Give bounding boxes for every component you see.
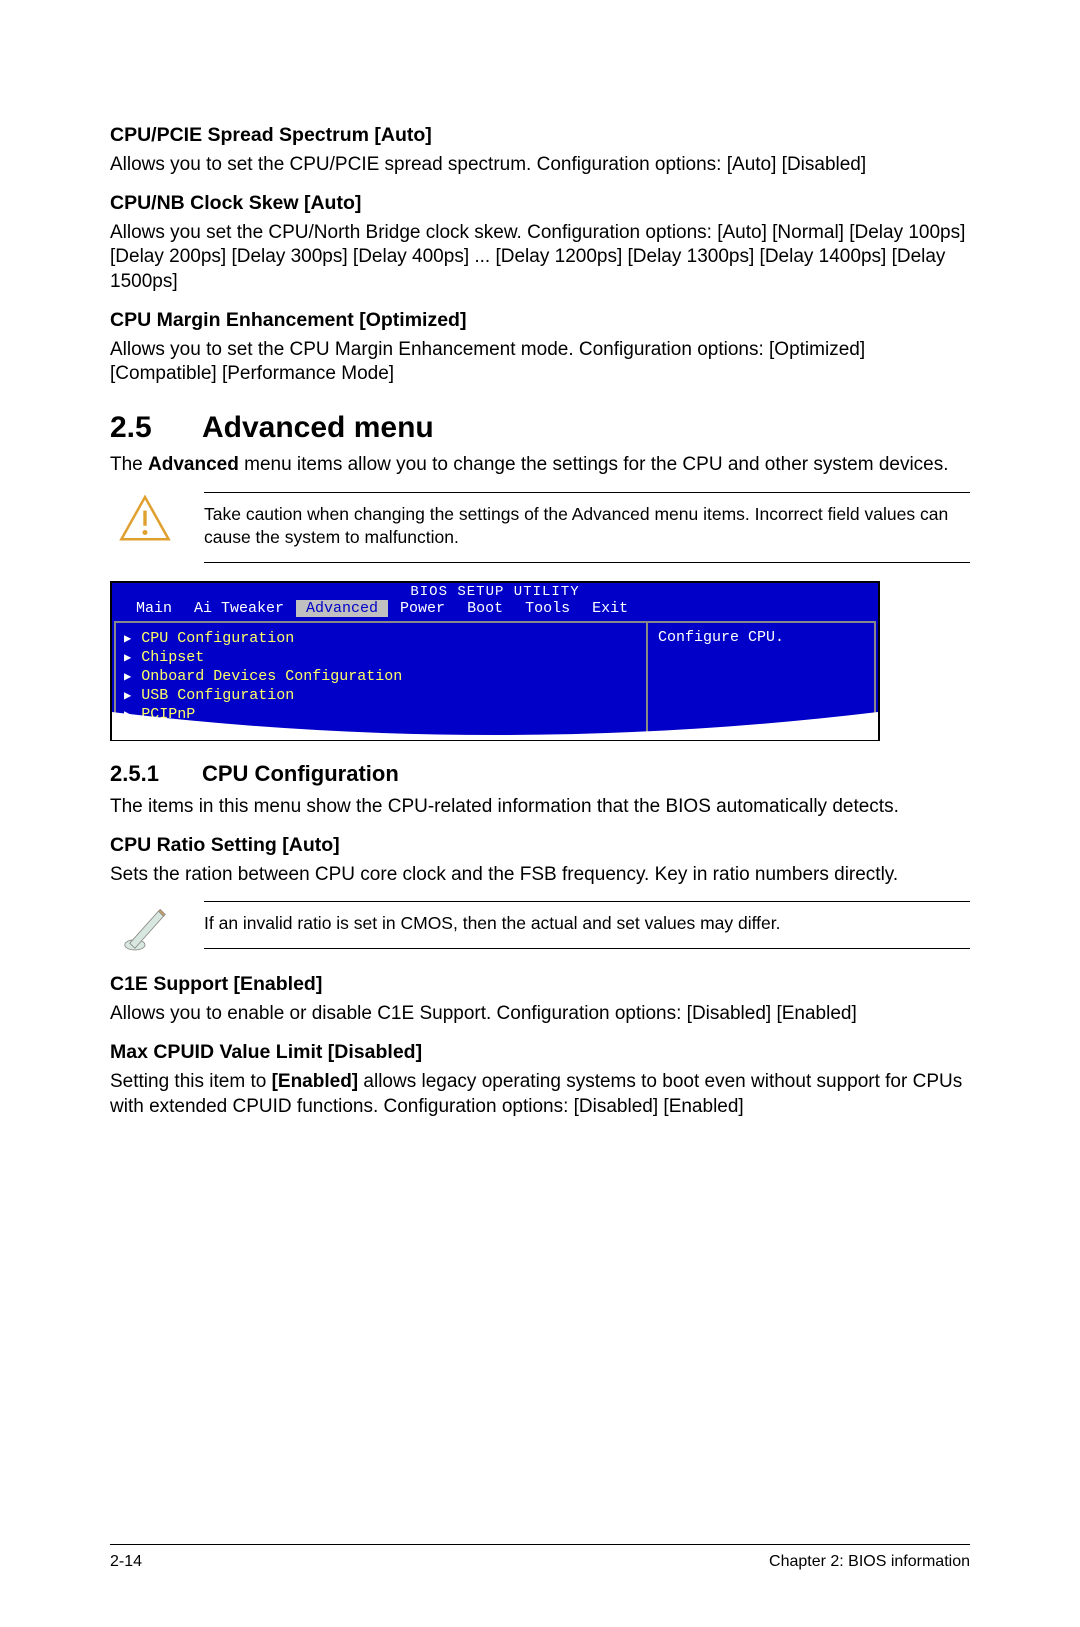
warning-icon bbox=[110, 492, 180, 546]
bios-tab-exit: Exit bbox=[582, 600, 638, 617]
page-number: 2-14 bbox=[110, 1553, 142, 1571]
setting-desc: Allows you to enable or disable C1E Supp… bbox=[110, 1002, 970, 1027]
warning-callout: Take caution when changing the settings … bbox=[110, 492, 970, 563]
setting-title: CPU/NB Clock Skew [Auto] bbox=[110, 192, 970, 215]
setting-title: C1E Support [Enabled] bbox=[110, 973, 970, 996]
note-icon bbox=[110, 901, 180, 955]
bios-tab-power: Power bbox=[390, 600, 455, 617]
bios-tab-boot: Boot bbox=[457, 600, 513, 617]
bios-menu-item: ▶Onboard Devices Configuration bbox=[124, 667, 638, 686]
setting-title: CPU Ratio Setting [Auto] bbox=[110, 834, 970, 857]
setting-title: Max CPUID Value Limit [Disabled] bbox=[110, 1041, 970, 1064]
arrow-icon: ▶ bbox=[124, 707, 131, 722]
bios-screenshot: BIOS SETUP UTILITY Main Ai Tweaker Advan… bbox=[110, 581, 880, 741]
setting-block: C1E Support [Enabled] Allows you to enab… bbox=[110, 973, 970, 1027]
bios-title: BIOS SETUP UTILITY bbox=[112, 583, 878, 600]
bios-tabs: Main Ai Tweaker Advanced Power Boot Tool… bbox=[112, 600, 878, 619]
subsection-number: 2.5.1 bbox=[110, 761, 202, 787]
setting-desc: Allows you to set the CPU Margin Enhance… bbox=[110, 338, 970, 387]
subsection-intro: The items in this menu show the CPU-rela… bbox=[110, 795, 970, 820]
bios-tab-advanced: Advanced bbox=[296, 600, 388, 617]
subsection-title: CPU Configuration bbox=[202, 761, 399, 786]
setting-title: CPU Margin Enhancement [Optimized] bbox=[110, 309, 970, 332]
setting-block: CPU/NB Clock Skew [Auto] Allows you set … bbox=[110, 192, 970, 295]
setting-desc: Sets the ration between CPU core clock a… bbox=[110, 863, 970, 888]
section-intro: The Advanced menu items allow you to cha… bbox=[110, 453, 970, 478]
arrow-icon: ▶ bbox=[124, 650, 131, 665]
bios-menu-list: ▶CPU Configuration ▶Chipset ▶Onboard Dev… bbox=[114, 621, 646, 739]
arrow-icon: ▶ bbox=[124, 631, 131, 646]
bios-menu-item: ▶CPU Configuration bbox=[124, 629, 638, 648]
bios-menu-item: ▶USB Configuration bbox=[124, 686, 638, 705]
setting-desc: Allows you set the CPU/North Bridge cloc… bbox=[110, 221, 970, 295]
section-number: 2.5 bbox=[110, 411, 202, 445]
note-callout: If an invalid ratio is set in CMOS, then… bbox=[110, 901, 970, 955]
chapter-label: Chapter 2: BIOS information bbox=[769, 1553, 970, 1571]
bios-tab-main: Main bbox=[126, 600, 182, 617]
section-heading: 2.5Advanced menu bbox=[110, 411, 970, 445]
note-text: If an invalid ratio is set in CMOS, then… bbox=[204, 901, 970, 949]
setting-desc: Setting this item to [Enabled] allows le… bbox=[110, 1070, 970, 1119]
setting-block: CPU Margin Enhancement [Optimized] Allow… bbox=[110, 309, 970, 387]
arrow-icon: ▶ bbox=[124, 669, 131, 684]
section-title: Advanced menu bbox=[202, 411, 434, 444]
subsection-heading: 2.5.1CPU Configuration bbox=[110, 761, 970, 787]
bios-tab-aitweaker: Ai Tweaker bbox=[184, 600, 294, 617]
arrow-icon: ▶ bbox=[124, 688, 131, 703]
setting-desc: Allows you to set the CPU/PCIE spread sp… bbox=[110, 153, 970, 178]
bios-menu-item: ▶PCIPnP bbox=[124, 705, 638, 724]
warning-text: Take caution when changing the settings … bbox=[204, 492, 970, 563]
page-footer: 2-14 Chapter 2: BIOS information bbox=[110, 1544, 970, 1571]
setting-block: CPU/PCIE Spread Spectrum [Auto] Allows y… bbox=[110, 124, 970, 178]
setting-block: CPU Ratio Setting [Auto] Sets the ration… bbox=[110, 834, 970, 888]
setting-title: CPU/PCIE Spread Spectrum [Auto] bbox=[110, 124, 970, 147]
bios-help-pane: Configure CPU. bbox=[646, 621, 876, 739]
bios-menu-item: ▶Chipset bbox=[124, 648, 638, 667]
bios-tab-tools: Tools bbox=[515, 600, 580, 617]
setting-block: Max CPUID Value Limit [Disabled] Setting… bbox=[110, 1041, 970, 1119]
